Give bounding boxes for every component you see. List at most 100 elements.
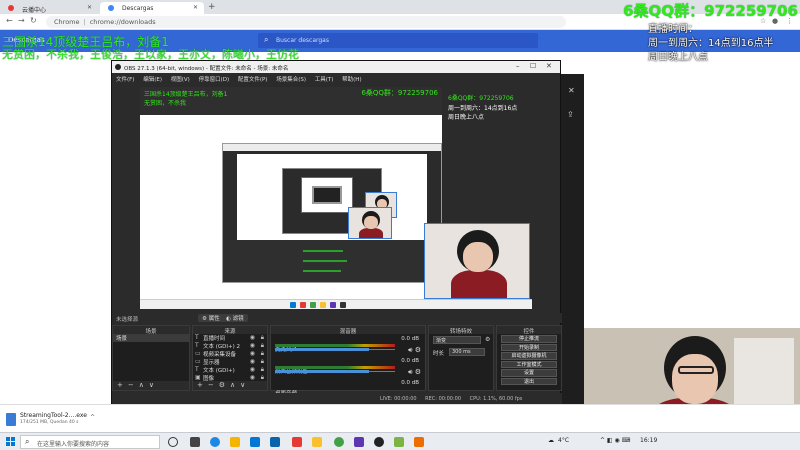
menu-help[interactable]: 帮助(H) bbox=[342, 77, 361, 83]
mail-icon[interactable] bbox=[270, 437, 280, 447]
remove-icon[interactable]: − bbox=[128, 381, 134, 389]
background-dark-panel: ✕ ⇪ bbox=[560, 74, 584, 404]
lock-icon[interactable]: 🔒︎ bbox=[261, 342, 264, 350]
controls-header: 控件 bbox=[497, 326, 561, 335]
exit-button[interactable]: 退出 bbox=[501, 377, 557, 385]
eye-icon[interactable]: ◉ bbox=[250, 358, 255, 365]
app-icon[interactable] bbox=[354, 437, 364, 447]
eye-icon[interactable]: ◉ bbox=[250, 342, 255, 349]
speaker-icon[interactable]: 🔊︎ ⚙ bbox=[408, 368, 421, 377]
app-icon[interactable] bbox=[414, 437, 424, 447]
new-tab-icon[interactable]: + bbox=[208, 2, 216, 12]
gear-icon[interactable]: ⚙ bbox=[219, 381, 225, 389]
sources-footer: + − ⚙ ∧ ∨ bbox=[193, 381, 267, 390]
file-explorer-icon[interactable] bbox=[230, 437, 240, 447]
taskbar-search-input[interactable]: ⌕ 在这里输入你要搜索的内容 bbox=[20, 435, 160, 449]
nested-obs-capture bbox=[222, 143, 442, 283]
lock-icon[interactable]: 🔒︎ bbox=[261, 366, 264, 374]
source-item[interactable]: T 文本 (GDI+) 2 ◉ 🔒︎ bbox=[193, 342, 267, 350]
download-item[interactable]: StreamingTool-2....exe 174/251 MB, Queda… bbox=[6, 411, 96, 429]
close-icon[interactable]: ✕ bbox=[568, 86, 575, 95]
close-icon[interactable]: ✕ bbox=[193, 4, 198, 11]
properties-button[interactable]: ⚙ 属性 bbox=[198, 314, 224, 322]
remove-icon[interactable]: − bbox=[208, 381, 214, 389]
edge-icon[interactable] bbox=[210, 437, 220, 447]
speaker-icon[interactable]: 🔊︎ ⚙ bbox=[408, 346, 421, 355]
lock-icon[interactable]: 🔒︎ bbox=[261, 358, 264, 366]
start-virtual-camera-button[interactable]: 启动虚拟摄像机 bbox=[501, 352, 557, 360]
menu-scene-collection[interactable]: 场景集合(S) bbox=[276, 77, 306, 83]
menu-tools[interactable]: 工具(T) bbox=[315, 77, 334, 83]
back-icon[interactable]: ← bbox=[6, 16, 13, 25]
menu-view[interactable]: 视图(V) bbox=[171, 77, 190, 83]
overlay-qq-group: 6桑QQ群：972259706 bbox=[623, 2, 798, 20]
scene-item[interactable]: 场景 bbox=[113, 334, 189, 342]
down-icon[interactable]: ∨ bbox=[149, 381, 154, 389]
chevron-up-icon[interactable]: ^ bbox=[90, 414, 95, 421]
store-icon[interactable] bbox=[250, 437, 260, 447]
address-bar[interactable]: Chrome | chrome://downloads bbox=[46, 16, 566, 28]
add-icon[interactable]: + bbox=[197, 381, 203, 389]
down-icon[interactable]: ∨ bbox=[240, 381, 245, 389]
menu-edit[interactable]: 编辑(E) bbox=[143, 77, 162, 83]
tab-descargas[interactable]: Descargas ✕ bbox=[100, 2, 204, 14]
scenes-dock: 场景 场景 + − ∧ ∨ bbox=[112, 325, 190, 391]
taskbar-search-placeholder: 在这里输入你要搜索的内容 bbox=[37, 441, 110, 448]
reload-icon[interactable]: ↻ bbox=[30, 16, 37, 25]
downloads-search-input[interactable]: ⌕ Buscar descargas bbox=[258, 33, 538, 48]
text-source-icon: T bbox=[195, 366, 199, 373]
nested-overlay-line-1: 三国杀14顶级楚王吕布，刘备1 bbox=[144, 91, 228, 98]
chrome-icon[interactable] bbox=[334, 437, 344, 447]
obs-preview-canvas[interactable]: 三国杀14顶级楚王吕布，刘备1 无赏困，不杀我 6桑QQ群：972259706 … bbox=[140, 87, 532, 309]
gear-icon[interactable]: ⚙ bbox=[485, 336, 490, 343]
add-icon[interactable]: + bbox=[117, 381, 123, 389]
source-item[interactable]: ▭ 视频采集设备 ◉ 🔒︎ bbox=[193, 350, 267, 358]
tray-icons[interactable]: ^ ◧ ◉ ⌨ bbox=[600, 437, 630, 444]
lock-icon[interactable]: 🔒︎ bbox=[261, 350, 264, 358]
search-icon: ⌕ bbox=[264, 35, 269, 44]
menu-profile[interactable]: 配置文件(P) bbox=[238, 77, 268, 83]
tab-favicon-icon bbox=[8, 5, 14, 11]
camera-source-icon: ▭ bbox=[195, 350, 201, 357]
eye-icon[interactable]: ◉ bbox=[250, 334, 255, 341]
windows-start-icon[interactable] bbox=[6, 437, 16, 447]
share-icon[interactable]: ⇪ bbox=[567, 110, 574, 119]
windows-taskbar: ⌕ 在这里输入你要搜索的内容 ☁ 4°C ^ ◧ ◉ ⌨ 16:19 bbox=[0, 432, 800, 450]
menu-docks[interactable]: 停靠窗口(D) bbox=[199, 77, 230, 83]
forward-icon[interactable]: → bbox=[18, 16, 25, 25]
source-item[interactable]: T 直播时间 ◉ 🔒︎ bbox=[193, 334, 267, 342]
transitions-header: 转场特效 bbox=[429, 326, 493, 335]
eye-icon[interactable]: ◉ bbox=[250, 350, 255, 357]
settings-button[interactable]: 设置 bbox=[501, 369, 557, 377]
minimize-icon[interactable]: – bbox=[516, 62, 520, 70]
source-item[interactable]: T 文本 (GDI+) ◉ 🔒︎ bbox=[193, 366, 267, 374]
folder-icon[interactable] bbox=[312, 437, 322, 447]
office-icon[interactable] bbox=[292, 437, 302, 447]
cortana-icon[interactable] bbox=[168, 437, 178, 447]
up-icon[interactable]: ∧ bbox=[139, 381, 144, 389]
duration-input[interactable]: 300 ms bbox=[449, 348, 485, 356]
obs-icon[interactable] bbox=[374, 437, 384, 447]
app-icon[interactable] bbox=[394, 437, 404, 447]
maximize-icon[interactable]: ☐ bbox=[530, 62, 536, 70]
start-recording-button[interactable]: 开始录制 bbox=[501, 343, 557, 351]
transition-select[interactable]: 渐变 bbox=[433, 336, 481, 344]
weather-icon[interactable]: ☁ bbox=[548, 437, 554, 444]
task-view-icon[interactable] bbox=[190, 437, 200, 447]
lock-icon[interactable]: 🔒︎ bbox=[261, 334, 264, 342]
stop-streaming-button[interactable]: 停止推流 bbox=[501, 335, 557, 343]
download-file-status: 174/251 MB, Quedan 40 s bbox=[20, 420, 79, 425]
volume-fill bbox=[275, 348, 369, 351]
eye-icon[interactable]: ◉ bbox=[250, 366, 255, 373]
overlay-schedule-1: 直播时间： bbox=[648, 24, 698, 35]
studio-mode-button[interactable]: 工作室模式 bbox=[501, 360, 557, 368]
menu-file[interactable]: 文件(F) bbox=[116, 77, 134, 83]
live-status: LIVE: 00:00:00 bbox=[380, 396, 417, 402]
tab-yunbo[interactable]: 云播中心 ✕ bbox=[0, 2, 98, 14]
filters-button[interactable]: ◐ 滤镜 bbox=[222, 314, 248, 322]
close-icon[interactable]: ✕ bbox=[546, 62, 552, 70]
close-icon[interactable]: ✕ bbox=[87, 4, 92, 11]
eye-icon[interactable]: ◉ bbox=[250, 374, 255, 381]
up-icon[interactable]: ∧ bbox=[230, 381, 235, 389]
source-item[interactable]: ▭ 显示器 ◉ 🔒︎ bbox=[193, 358, 267, 366]
